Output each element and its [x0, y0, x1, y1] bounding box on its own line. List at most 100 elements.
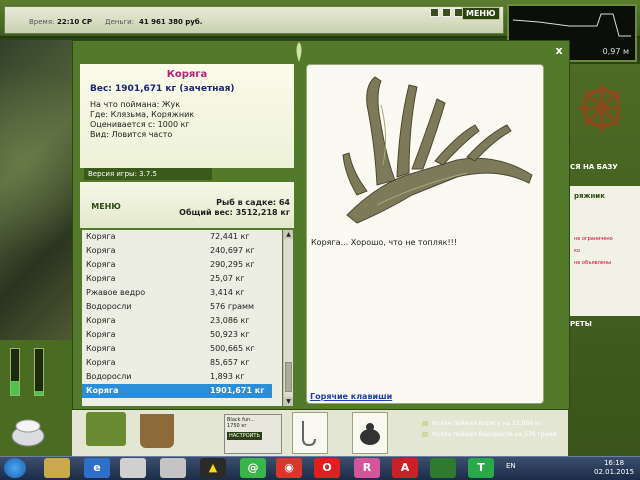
clock[interactable]: 16:18 02.01.2015 — [594, 459, 634, 477]
hunger-gauge — [10, 348, 20, 396]
butterfly-icon[interactable] — [430, 458, 456, 478]
table-row[interactable]: Коряга 500,665 кг — [82, 342, 272, 356]
row-name: Коряга — [86, 344, 116, 353]
row-weight: 3,414 кг — [210, 288, 245, 297]
row-weight: 72,441 кг — [210, 232, 250, 241]
go-to-base-button[interactable]: СЯ НА БАЗУ — [570, 163, 618, 171]
location-note-2: ко — [574, 248, 581, 254]
access-icon[interactable]: A — [392, 458, 418, 478]
driftwood-image — [342, 76, 533, 224]
row-name: Водоросли — [86, 372, 132, 381]
valuation-info: Оценивается с: 1000 кг — [90, 120, 190, 129]
dialog-menu-button[interactable]: МЕНЮ — [84, 200, 128, 214]
row-name: Ржавое ведро — [86, 288, 146, 297]
clock-time: 16:18 — [603, 459, 625, 467]
money-label: Деньги: — [105, 18, 135, 26]
fish-name: Коряга — [166, 69, 208, 80]
close-icon[interactable]: x — [552, 44, 566, 58]
fish-emblem-icon — [296, 42, 302, 62]
row-name: Коряга — [86, 358, 116, 367]
row-weight: 240,697 кг — [210, 246, 255, 255]
fish-count: Рыб в садке: 64 — [216, 198, 290, 207]
opera-icon[interactable]: O — [314, 458, 340, 478]
table-row[interactable]: Ржавое ведро 3,414 кг — [82, 286, 272, 300]
row-name: Коряга — [86, 232, 116, 241]
row-weight: 25,07 кг — [210, 274, 245, 283]
row-name: Коряга — [86, 386, 119, 395]
money-value: 41 961 380 руб. — [139, 18, 203, 26]
location-name: ряжник — [574, 192, 605, 200]
row-weight: 1,893 кг — [210, 372, 245, 381]
row-weight: 1901,671 кг — [210, 386, 265, 395]
sound-icon[interactable] — [442, 8, 451, 17]
catch-list-scrollbar[interactable]: ▲ ▼ — [283, 230, 293, 406]
table-row[interactable]: Коряга 25,07 кг — [82, 272, 272, 286]
row-weight: 576 грамм — [210, 302, 255, 311]
media-icon[interactable] — [120, 458, 146, 478]
energy-gauge — [34, 348, 44, 396]
frequency-info: Вид: Ловится часто — [90, 130, 173, 139]
location-note-1: не ограничено — [574, 236, 613, 242]
location-panel — [570, 186, 640, 316]
hunger-gauge-fill — [11, 381, 19, 395]
table-row[interactable]: Водоросли 1,893 кг — [82, 370, 272, 384]
total-weight: Общий вес: 3512,218 кг — [179, 208, 290, 217]
ie-icon[interactable]: e — [84, 458, 110, 478]
row-name: Коряга — [86, 330, 116, 339]
row-name: Коряга — [86, 246, 116, 255]
app-icon[interactable]: R — [354, 458, 380, 478]
row-name: Водоросли — [86, 302, 132, 311]
mail-agent-icon[interactable]: @ — [240, 458, 266, 478]
event-item: Колян поймал Водоросли на 576 грами — [420, 429, 568, 440]
lure-weight: 1750 кг — [227, 423, 247, 429]
row-name: Коряга — [86, 260, 116, 269]
lure-slot[interactable]: Black fun... 1750 кг НАСТРОИТЬ — [224, 414, 282, 454]
table-row[interactable]: Коряга 72,441 кг — [82, 230, 272, 244]
calculator-icon[interactable] — [160, 458, 186, 478]
hook-slot[interactable] — [292, 412, 328, 454]
row-name: Коряга — [86, 316, 116, 325]
folder-icon[interactable] — [44, 458, 70, 478]
top-menu-button[interactable]: МЕНЮ — [462, 7, 500, 20]
table-row[interactable]: Коряга 290,295 кг — [82, 258, 272, 272]
scroll-up-icon[interactable]: ▲ — [284, 230, 293, 239]
fish-weight: Вес: 1901,671 кг (зачетная) — [90, 84, 235, 94]
event-feed: Колян поймал Корягу на 23,086 кг Колян п… — [420, 418, 568, 440]
chrome-icon[interactable]: ◉ — [276, 458, 302, 478]
row-weight: 50,923 кг — [210, 330, 250, 339]
pause-icon[interactable] — [430, 8, 439, 17]
table-row[interactable]: Коряга 50,923 кг — [82, 328, 272, 342]
location-info: Где: Клязьма, Коряжник — [90, 110, 195, 119]
start-button[interactable] — [4, 458, 26, 478]
fish-photo-panel — [306, 64, 544, 404]
time-label: Время: — [29, 18, 55, 26]
row-weight: 85,657 кг — [210, 358, 250, 367]
energy-gauge-fill — [35, 391, 43, 395]
table-row[interactable]: Коряга 23,086 кг — [82, 314, 272, 328]
lake-view-shade — [0, 40, 72, 340]
food-pot-icon[interactable] — [8, 410, 48, 450]
ship-wheel-icon[interactable] — [570, 78, 620, 138]
row-weight: 290,295 кг — [210, 260, 255, 269]
scroll-thumb[interactable] — [285, 362, 292, 392]
clock-date: 02.01.2015 — [594, 468, 635, 476]
depth-value: 0,97 м — [602, 47, 629, 56]
t-app-icon[interactable]: T — [468, 458, 494, 478]
language-indicator[interactable]: EN — [506, 462, 516, 470]
row-weight: 23,086 кг — [210, 316, 250, 325]
table-row[interactable]: Водоросли 576 грамм — [82, 300, 272, 314]
scroll-down-icon[interactable]: ▼ — [284, 397, 293, 406]
window-controls — [430, 8, 466, 19]
triangle-app-icon[interactable]: ▲ — [200, 458, 226, 478]
basket-icon[interactable] — [86, 412, 126, 446]
hotkeys-link[interactable]: Горячие клавиши — [310, 392, 392, 401]
table-row[interactable]: Коряга 240,697 кг — [82, 244, 272, 258]
bait-info: На что поймана: Жук — [90, 100, 181, 109]
bait-slot[interactable] — [352, 412, 388, 454]
bucket-icon[interactable] — [140, 414, 174, 448]
lure-settings-button[interactable]: НАСТРОИТЬ — [227, 432, 262, 440]
table-row-selected[interactable]: Коряга 1901,671 кг — [82, 384, 272, 398]
time-value: 22:10 СР — [57, 18, 92, 26]
rockets-label[interactable]: РЕТЫ — [570, 320, 592, 328]
table-row[interactable]: Коряга 85,657 кг — [82, 356, 272, 370]
